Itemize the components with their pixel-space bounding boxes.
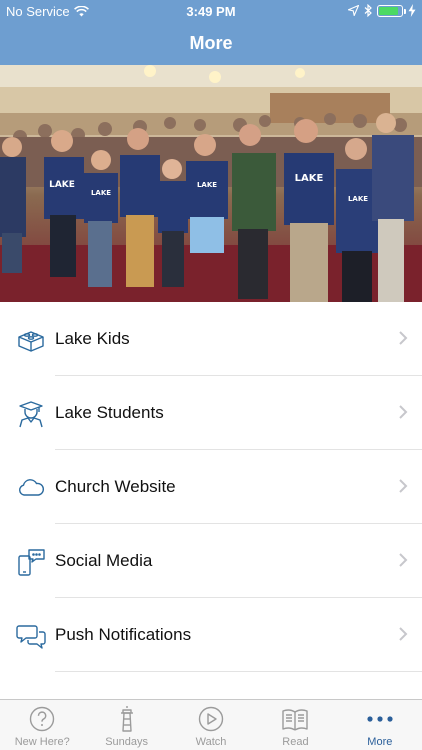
lego-brick-icon xyxy=(18,331,44,352)
page-title: More xyxy=(189,33,233,53)
tab-label: New Here? xyxy=(14,736,70,748)
status-right xyxy=(348,4,416,17)
menu-item-label: Lake Kids xyxy=(55,329,130,348)
menu-item-label: Lake Students xyxy=(55,403,164,422)
hero-photo: LAKE LAKE LAKE LAKE LAKE xyxy=(0,65,422,302)
bluetooth-icon xyxy=(364,4,372,17)
svg-text:LAKE: LAKE xyxy=(197,181,217,189)
question-icon xyxy=(30,706,55,732)
graduate-icon xyxy=(19,401,43,428)
tab-label: Watch xyxy=(195,736,227,748)
more-dots-icon xyxy=(367,716,393,722)
svg-text:LAKE: LAKE xyxy=(295,173,324,184)
svg-text:LAKE: LAKE xyxy=(91,189,111,197)
svg-text:LAKE: LAKE xyxy=(49,180,75,190)
status-bar: No Service 3:49 PM xyxy=(0,0,422,22)
more-menu-list: Lake Kids Lake Students Church Website S… xyxy=(0,302,422,672)
menu-item-push-notifications[interactable]: Push Notifications xyxy=(0,598,422,672)
tab-label: More xyxy=(367,736,393,748)
cloud-icon xyxy=(19,479,44,496)
chevron-right-icon xyxy=(399,627,408,641)
tab-more[interactable]: More xyxy=(338,700,422,750)
charging-bolt-icon xyxy=(408,4,416,17)
chevron-right-icon xyxy=(399,479,408,493)
play-icon xyxy=(198,706,224,732)
tab-sundays[interactable]: Sundays xyxy=(84,700,168,750)
battery-indicator xyxy=(377,4,406,17)
tab-label: Read xyxy=(282,736,309,748)
nav-header: No Service 3:49 PM More xyxy=(0,0,422,65)
tab-new-here[interactable]: New Here? xyxy=(0,700,84,750)
lighthouse-icon xyxy=(120,706,133,732)
menu-item-lake-kids[interactable]: Lake Kids xyxy=(0,302,422,376)
congregation-illustration: LAKE LAKE LAKE LAKE LAKE xyxy=(0,65,422,302)
location-arrow-icon xyxy=(348,5,359,16)
menu-item-church-website[interactable]: Church Website xyxy=(0,450,422,524)
menu-item-label: Social Media xyxy=(55,551,153,570)
chat-bubbles-icon xyxy=(16,625,46,649)
menu-item-lake-students[interactable]: Lake Students xyxy=(0,376,422,450)
tab-read[interactable]: Read xyxy=(253,700,337,750)
chevron-right-icon xyxy=(399,405,408,419)
menu-item-social-media[interactable]: Social Media xyxy=(0,524,422,598)
battery-level xyxy=(379,6,398,15)
chevron-right-icon xyxy=(399,331,408,345)
phone-chat-icon xyxy=(18,549,45,576)
tab-watch[interactable]: Watch xyxy=(169,700,253,750)
svg-text:LAKE: LAKE xyxy=(348,195,368,203)
menu-item-label: Church Website xyxy=(55,477,176,496)
tab-bar: New Here? Sundays Watch Read More xyxy=(0,699,422,750)
tab-label: Sundays xyxy=(105,736,149,748)
chevron-right-icon xyxy=(399,553,408,567)
menu-item-label: Push Notifications xyxy=(55,625,192,644)
book-icon xyxy=(282,709,309,731)
